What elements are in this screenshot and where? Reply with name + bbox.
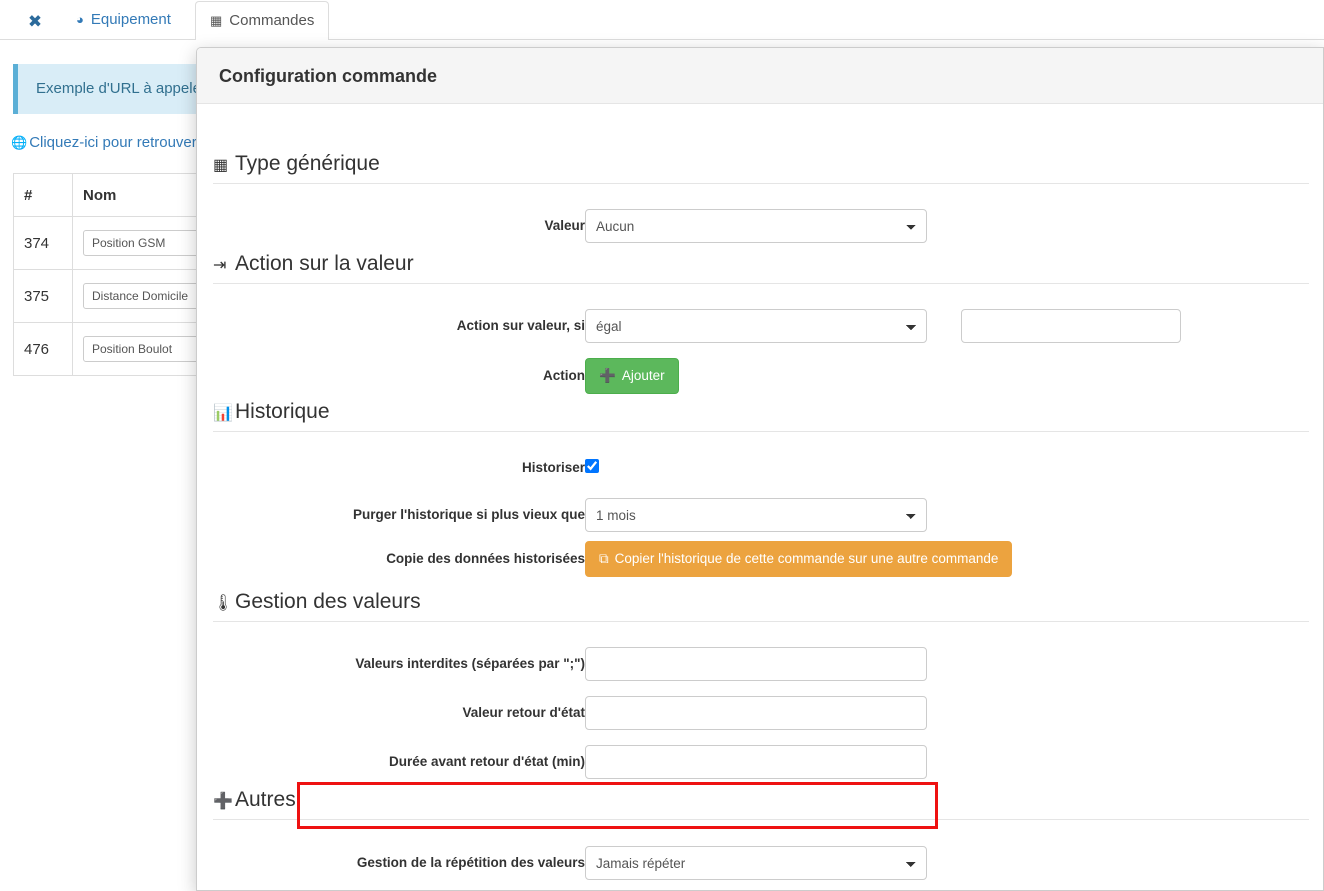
label-duree-retour-etat: Durée avant retour d'état (min) — [389, 754, 585, 769]
dashboard-icon: ◕ — [76, 12, 84, 27]
find-link-label: Cliquez-ici pour retrouver — [29, 134, 197, 151]
row-id: 375 — [13, 269, 73, 323]
section-heading-gestion-valeurs: 🌡Gestion des valeurs — [213, 590, 1309, 622]
copy-history-button-label: Copier l'historique de cette commande su… — [614, 551, 999, 566]
modal-title: Configuration commande — [219, 66, 438, 86]
copy-history-button[interactable]: ⧉ Copier l'historique de cette commande s… — [585, 541, 1013, 577]
select-action-condition[interactable]: égal — [585, 309, 927, 343]
section-heading-autres-label: Autres — [235, 788, 296, 811]
command-configuration-modal: Configuration commande ▦ Type générique V… — [196, 47, 1324, 891]
copy-icon: ⧉ — [599, 551, 609, 566]
section-heading-autres: ➕Autres — [213, 788, 1309, 820]
section-heading-historique: 📊Historique — [213, 400, 1309, 432]
label-action: Action — [543, 368, 585, 383]
globe-icon: 🌐 — [11, 135, 28, 150]
list-alt-icon: ▦ — [210, 13, 223, 28]
add-action-button[interactable]: ➕ Ajouter — [585, 358, 679, 394]
calculator-icon: ▦ — [213, 157, 229, 174]
tab-bar: ✖ ◕ Equipement ▦ Commandes — [0, 0, 1324, 41]
input-duree-retour-etat[interactable] — [585, 745, 927, 779]
label-purge-historique: Purger l'historique si plus vieux que — [352, 507, 585, 522]
checkbox-historiser[interactable] — [585, 459, 599, 474]
row-id: 374 — [13, 216, 73, 270]
input-valeurs-interdites[interactable] — [585, 647, 927, 681]
plus-circle-icon: ➕ — [599, 368, 616, 383]
select-purge-historique[interactable]: 1 mois — [585, 498, 927, 532]
back-button[interactable]: ✖ — [18, 9, 52, 35]
arrow-circle-left-icon: ✖ — [27, 12, 43, 31]
label-valeur: Valeur — [544, 218, 585, 233]
select-gestion-repetition[interactable]: Jamais répéter — [585, 846, 927, 880]
select-valeur[interactable]: Aucun — [585, 209, 927, 243]
label-action-sur-valeur-si: Action sur valeur, si — [456, 318, 585, 333]
label-valeurs-interdites: Valeurs interdites (séparées par ";") — [355, 656, 585, 671]
plus-icon: ➕ — [213, 793, 233, 810]
label-copie-donnees: Copie des données historisées — [386, 551, 585, 566]
modal-header: Configuration commande — [197, 48, 1323, 104]
tab-equipement-label: Equipement — [90, 11, 171, 28]
section-heading-historique-label: Historique — [235, 400, 330, 423]
tab-commandes[interactable]: ▦ Commandes — [195, 1, 330, 41]
tab-equipement[interactable]: ◕ Equipement — [62, 1, 185, 40]
label-valeur-retour-etat: Valeur retour d'état — [462, 705, 586, 720]
input-action-condition-operand[interactable] — [960, 309, 1181, 343]
label-historiser: Historiser — [521, 460, 585, 475]
thermometer-icon: 🌡 — [213, 595, 234, 612]
tab-commandes-label: Commandes — [229, 12, 315, 29]
section-heading-action-valeur: ⇥ Action sur la valeur — [213, 252, 1309, 284]
modal-body: ▦ Type générique Valeur Aucun ⇥ Action sur… — [197, 104, 1323, 890]
input-valeur-retour-etat[interactable] — [585, 696, 927, 730]
column-header-id: # — [13, 173, 73, 217]
sign-out-icon: ⇥ — [213, 257, 227, 274]
add-action-button-label: Ajouter — [621, 368, 665, 383]
section-heading-action-valeur-label: Action sur la valeur — [235, 252, 414, 275]
row-id: 476 — [13, 322, 73, 376]
find-link[interactable]: 🌐 Cliquez-ici pour retrouver — [11, 134, 197, 151]
bar-chart-icon: 📊 — [213, 405, 233, 422]
section-heading-gestion-valeurs-label: Gestion des valeurs — [235, 590, 421, 613]
label-gestion-repetition: Gestion de la répétition des valeurs — [356, 855, 585, 870]
section-heading-type-generique-label: Type générique — [235, 152, 380, 175]
url-example-text: Exemple d'URL à appeler — [36, 80, 206, 97]
section-heading-type-generique: ▦ Type générique — [213, 152, 1309, 184]
